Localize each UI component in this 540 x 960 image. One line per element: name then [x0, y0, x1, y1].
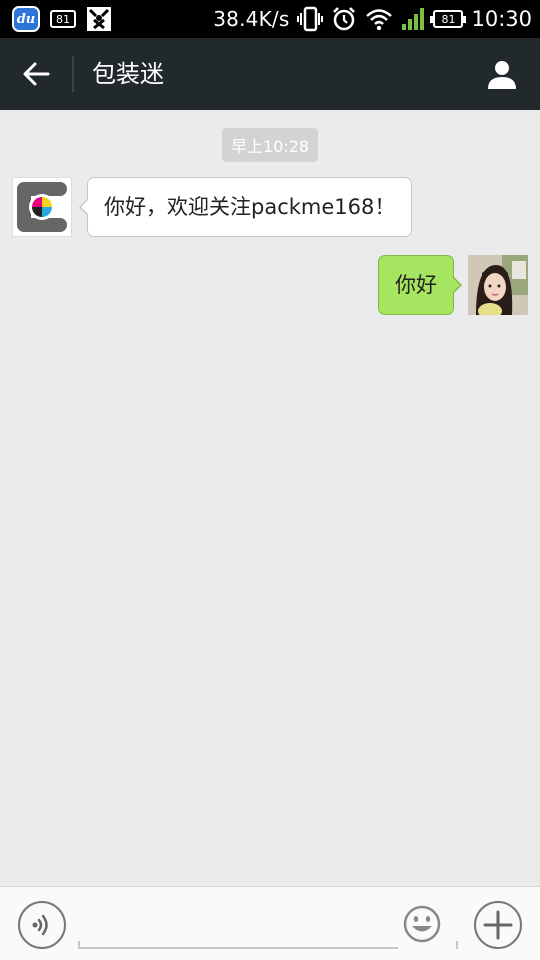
notification-icons: du 81 — [12, 5, 112, 33]
alarm-icon — [333, 7, 356, 31]
cat-app-icon — [87, 7, 111, 31]
badge-value: 81 — [56, 12, 70, 26]
incoming-message-bubble[interactable]: 你好，欢迎关注packme168！ — [78, 177, 413, 237]
clock: 10:30 — [471, 7, 532, 31]
network-speed: 38.4K/s — [213, 7, 290, 31]
message-input[interactable] — [78, 899, 398, 949]
user-avatar[interactable] — [468, 255, 528, 315]
packme-logo-icon — [13, 178, 71, 236]
person-icon — [488, 61, 516, 89]
input-bar — [0, 886, 540, 960]
status-bar: du 81 38.4K/s 81 10:30 — [0, 0, 540, 38]
more-options-button[interactable] — [474, 901, 522, 949]
profile-button[interactable] — [482, 54, 522, 94]
contact-avatar[interactable] — [12, 177, 72, 237]
vibrate-icon — [297, 6, 324, 32]
chat-area[interactable]: 早上10:28 你好，欢迎关注packme168！ 你好 — [0, 110, 540, 886]
voice-icon — [32, 914, 48, 936]
battery-icon: 81 — [430, 10, 467, 28]
battery-level: 81 — [441, 12, 456, 26]
emoji-button[interactable] — [403, 905, 441, 943]
back-button[interactable] — [12, 54, 60, 94]
battery-small-icon: 81 — [50, 10, 76, 28]
title-bar: 包装迷 — [0, 38, 540, 110]
signal-icon — [402, 8, 425, 30]
outgoing-message-bubble[interactable]: 你好 — [378, 255, 462, 315]
message-timestamp: 早上10:28 — [221, 128, 319, 162]
wifi-icon — [366, 9, 393, 31]
message-input-container — [78, 899, 458, 949]
page-title: 包装迷 — [92, 60, 164, 88]
du-app-icon: du — [12, 6, 40, 32]
voice-button[interactable] — [18, 901, 66, 949]
timestamp-row: 早上10:28 — [0, 128, 540, 162]
emoji-icon — [403, 905, 441, 943]
title-divider — [72, 56, 74, 92]
plus-icon — [483, 910, 513, 940]
arrow-left-icon — [23, 62, 50, 86]
system-status: 38.4K/s 81 10:30 — [213, 4, 532, 34]
user-photo-icon — [468, 255, 528, 315]
